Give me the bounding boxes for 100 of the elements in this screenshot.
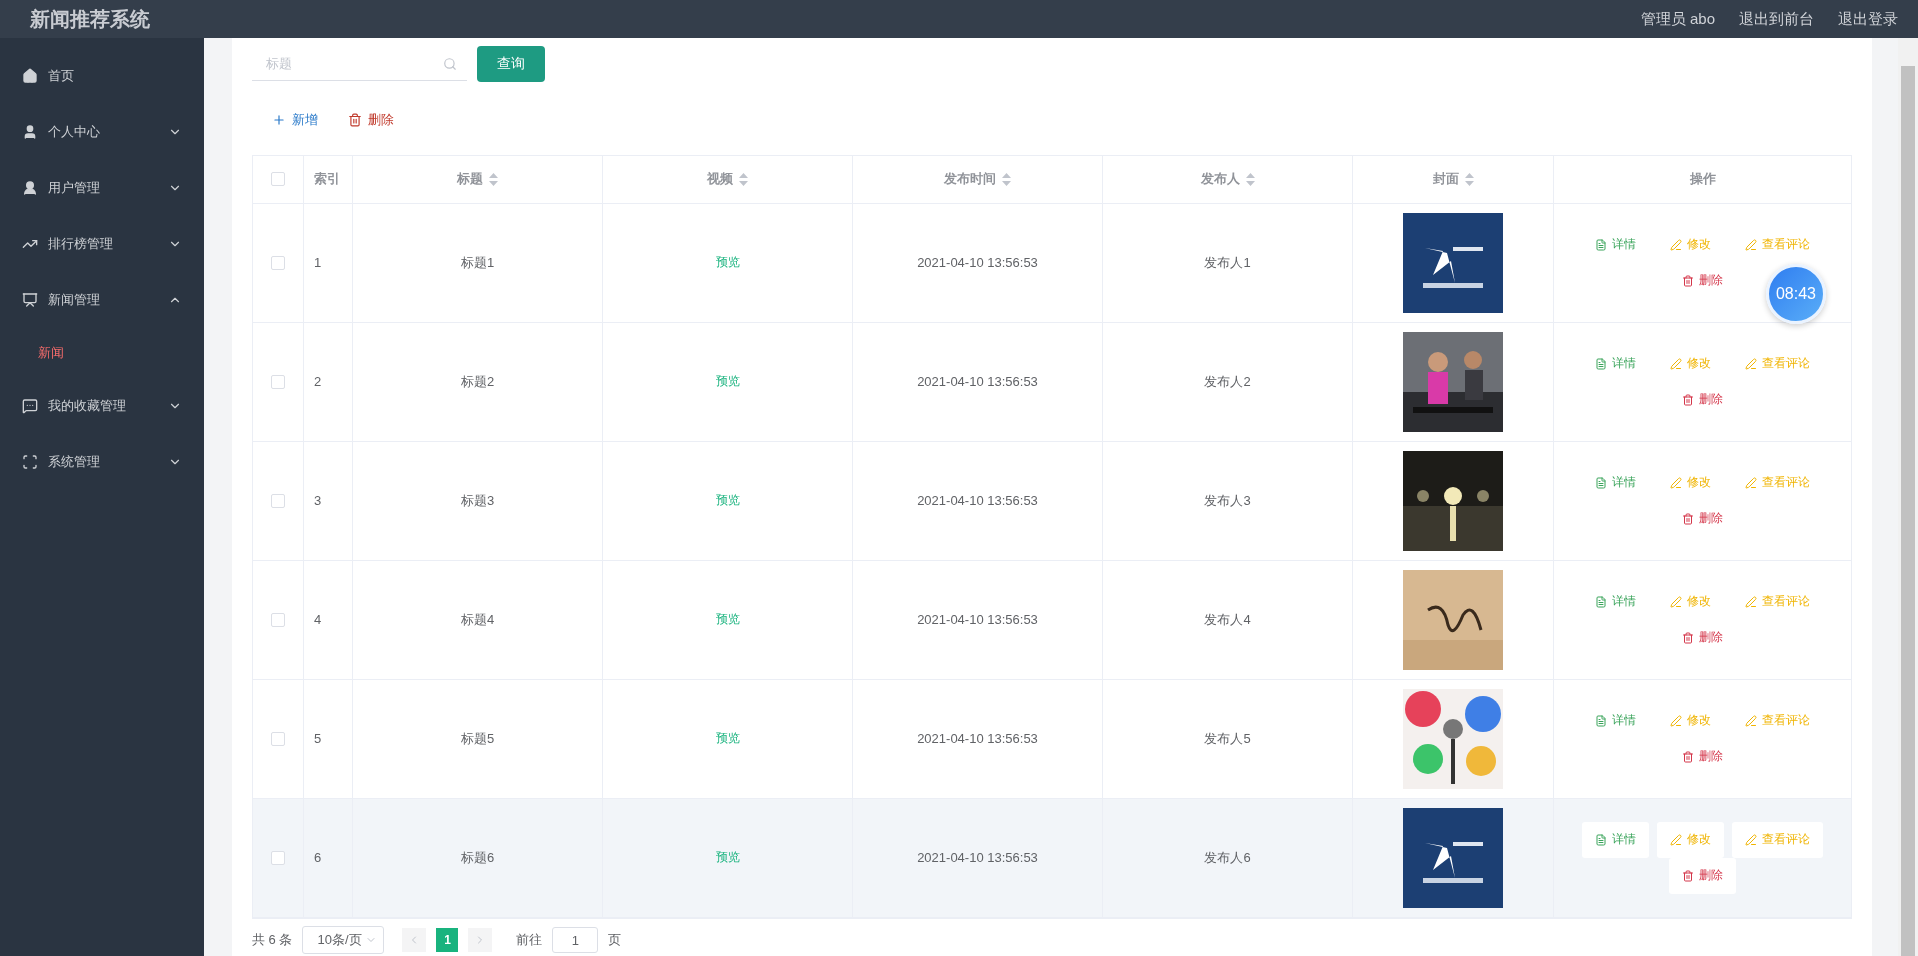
pencil-icon	[1670, 238, 1682, 251]
preview-link[interactable]: 预览	[715, 849, 740, 867]
table-row[interactable]: 2 标题2 预览 2021-04-10 13:56:53 发布人2 详情 修改 查看评论 删除	[253, 322, 1851, 442]
plus-icon	[272, 113, 286, 128]
sort-icon[interactable]	[739, 172, 748, 186]
sidebar-subitem[interactable]: 新闻	[0, 328, 204, 378]
table-cell: 发布人5	[1204, 729, 1251, 748]
page-suffix: 页	[608, 931, 622, 950]
document-icon	[1595, 833, 1607, 846]
details-button[interactable]: 详情	[1582, 821, 1649, 858]
page-number[interactable]: 1	[436, 928, 459, 953]
table-row[interactable]: 3 标题3 预览 2021-04-10 13:56:53 发布人3 详情 修改 查看评论 删除	[253, 441, 1851, 561]
trash-icon	[1682, 274, 1694, 287]
trash-icon	[1682, 869, 1694, 882]
page-size-select[interactable]: 10条/页	[302, 926, 385, 955]
document-icon	[1595, 238, 1607, 251]
column-header: 索引	[314, 170, 340, 189]
table-cell: 发布人6	[1204, 848, 1251, 867]
previous-page-button[interactable]	[402, 928, 427, 953]
preview-link[interactable]: 预览	[715, 373, 740, 391]
checkbox[interactable]	[271, 731, 285, 746]
delete-button[interactable]: 删除	[348, 111, 394, 130]
scrollbar[interactable]	[1898, 38, 1918, 956]
table-cell: 2021-04-10 13:56:53	[917, 612, 1038, 628]
table-cell: 3	[314, 493, 322, 509]
preview-link[interactable]: 预览	[715, 254, 740, 272]
table-row[interactable]: 4 标题4 预览 2021-04-10 13:56:53 发布人4 详情 修改 查看评论 删除	[253, 560, 1851, 680]
add-button[interactable]: 新增	[272, 111, 318, 130]
chat-icon	[22, 398, 38, 414]
trash-icon	[1682, 631, 1694, 644]
pencil-icon	[1745, 476, 1757, 489]
column-header: 发布时间	[944, 170, 996, 189]
total-count: 共 6 条	[252, 931, 293, 950]
trash-icon	[348, 113, 362, 128]
pencil-icon	[1670, 595, 1682, 608]
header-link[interactable]: 退出登录	[1838, 9, 1898, 29]
table-row[interactable]: 6 标题6 预览 2021-04-10 13:56:53 发布人6 详情 修改 查看评论 删除	[253, 798, 1851, 918]
table-cell: 标题4	[460, 610, 495, 629]
table-cell: 发布人4	[1204, 610, 1251, 629]
pencil-icon	[1745, 357, 1757, 370]
table-cell: 标题2	[460, 372, 495, 391]
table-cell: 5	[314, 731, 322, 747]
preview-link[interactable]: 预览	[715, 611, 740, 629]
sidebar-item[interactable]: 用户管理	[0, 160, 204, 216]
sort-icon[interactable]	[1464, 172, 1474, 186]
checkbox[interactable]	[271, 374, 285, 389]
document-icon	[1595, 476, 1607, 489]
table-cell: 标题1	[460, 253, 495, 272]
table-cell: 发布人1	[1204, 253, 1251, 272]
table-cell: 2021-04-10 13:56:53	[917, 374, 1038, 390]
preview-link[interactable]: 预览	[715, 730, 740, 748]
table-cell: 2021-04-10 13:56:53	[917, 731, 1038, 747]
sidebar-item[interactable]: 新闻管理	[0, 272, 204, 328]
sidebar-item[interactable]: 个人中心	[0, 104, 204, 160]
header-link[interactable]: 退出到前台	[1739, 9, 1814, 29]
sort-icon[interactable]	[1245, 172, 1255, 186]
sidebar-item[interactable]: 首页	[0, 48, 204, 104]
trash-icon	[1682, 750, 1694, 763]
checkbox[interactable]	[271, 255, 285, 270]
sidebar-item[interactable]: 我的收藏管理	[0, 378, 204, 434]
table-cell: 2021-04-10 13:56:53	[917, 850, 1038, 866]
column-header: 封面	[1432, 170, 1459, 189]
table-cell: 1	[314, 255, 322, 271]
search-icon	[443, 56, 457, 71]
pencil-icon	[1745, 595, 1757, 608]
column-header: 操作	[1689, 170, 1716, 189]
checkbox[interactable]	[271, 493, 285, 508]
checkbox[interactable]	[271, 172, 285, 187]
document-icon	[1595, 714, 1607, 727]
table-cell: 2	[314, 374, 322, 390]
table-cell: 发布人3	[1204, 491, 1251, 510]
delete-button[interactable]: 删除	[1669, 857, 1736, 894]
trash-icon	[1682, 393, 1694, 406]
preview-link[interactable]: 预览	[715, 492, 740, 510]
table-row[interactable]: 5 标题5 预览 2021-04-10 13:56:53 发布人5 详情 修改 查看评论 删除	[253, 679, 1851, 799]
column-header: 标题	[457, 170, 483, 189]
sidebar-item[interactable]: 系统管理	[0, 434, 204, 490]
pencil-icon	[1670, 357, 1682, 370]
goto-label: 前往	[516, 931, 543, 950]
column-header: 发布人	[1200, 170, 1240, 189]
sort-icon[interactable]	[489, 172, 498, 186]
sort-icon[interactable]	[1002, 172, 1011, 186]
table-cell: 2021-04-10 13:56:53	[917, 255, 1038, 271]
person-icon	[22, 180, 38, 196]
search-button[interactable]: 查询	[477, 45, 545, 82]
checkbox[interactable]	[271, 850, 285, 865]
page-input[interactable]: 1	[552, 927, 599, 954]
table-cell: 标题6	[460, 848, 495, 867]
easel-icon	[22, 292, 38, 308]
table-cell: 4	[314, 612, 322, 628]
pencil-icon	[1670, 476, 1682, 489]
sidebar-item[interactable]: 排行榜管理	[0, 216, 204, 272]
table-cell: 发布人2	[1204, 372, 1251, 391]
header-link[interactable]: 管理员 abo	[1640, 9, 1715, 29]
frame-icon	[22, 454, 38, 470]
checkbox[interactable]	[271, 612, 285, 627]
pencil-icon	[1745, 714, 1757, 727]
trash-icon	[1682, 512, 1694, 525]
pencil-icon	[1670, 714, 1682, 727]
next-page-button[interactable]	[468, 928, 493, 953]
